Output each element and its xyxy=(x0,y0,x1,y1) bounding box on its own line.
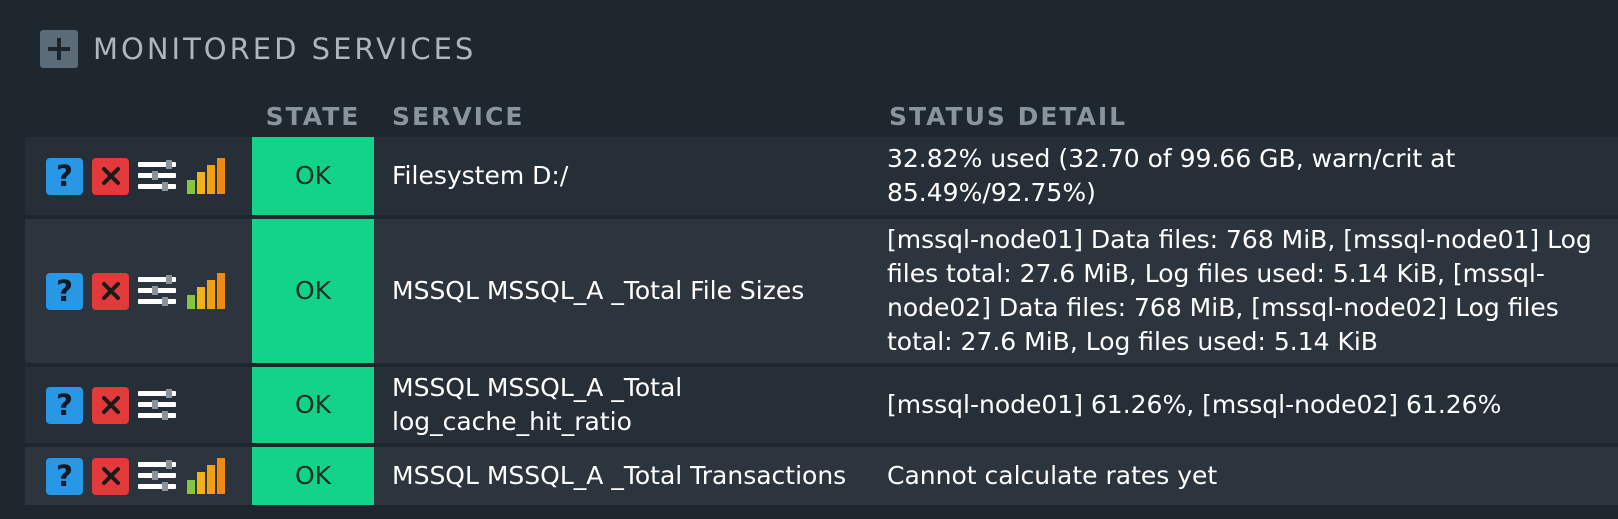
help-icon[interactable]: ? xyxy=(46,157,83,195)
state-cell: OK xyxy=(252,219,374,367)
state-badge[interactable]: OK xyxy=(252,137,374,215)
graph-icon[interactable] xyxy=(187,273,225,309)
column-header-service[interactable]: SERVICE xyxy=(374,96,871,137)
menu-icon[interactable] xyxy=(138,458,178,494)
menu-icon[interactable] xyxy=(138,387,178,423)
service-name[interactable]: Filesystem D:/ xyxy=(374,137,871,219)
column-header-icons xyxy=(25,96,252,137)
menu-icon[interactable] xyxy=(138,158,178,194)
state-cell: OK xyxy=(252,367,374,447)
state-cell: OK xyxy=(252,137,374,219)
state-badge[interactable]: OK xyxy=(252,219,374,363)
close-icon[interactable] xyxy=(92,272,129,310)
help-icon[interactable]: ? xyxy=(46,272,83,310)
monitored-services-page: MONITORED SERVICES STATE SERVICE STATUS … xyxy=(0,0,1618,519)
table-header-row: STATE SERVICE STATUS DETAIL xyxy=(25,96,1618,137)
status-detail: [mssql-node01] 61.26%, [mssql-node02] 61… xyxy=(871,367,1618,447)
state-badge[interactable]: OK xyxy=(252,367,374,443)
row-icons-cell: ? xyxy=(25,367,252,447)
graph-icon[interactable] xyxy=(187,158,225,194)
column-header-status-detail[interactable]: STATUS DETAIL xyxy=(871,96,1618,137)
row-icons-cell: ? xyxy=(25,447,252,509)
row-icons: ? xyxy=(46,272,252,310)
section-title: MONITORED SERVICES xyxy=(93,32,477,66)
table-row: ? OK Filesystem D:/32.82% used (32.70 of 9… xyxy=(25,137,1618,219)
close-icon[interactable] xyxy=(92,157,129,195)
close-icon[interactable] xyxy=(92,457,129,495)
table-row: ? OK MSSQL MSSQL_A _Total File Sizes [mssql… xyxy=(25,219,1618,367)
status-detail: 32.82% used (32.70 of 99.66 GB, warn/cri… xyxy=(871,137,1618,219)
services-table: STATE SERVICE STATUS DETAIL ? OK Filesyste… xyxy=(25,96,1618,509)
row-icons: ? xyxy=(46,457,252,495)
row-icons-cell: ? xyxy=(25,219,252,367)
help-icon[interactable]: ? xyxy=(46,386,83,424)
help-icon[interactable]: ? xyxy=(46,457,83,495)
service-name[interactable]: MSSQL MSSQL_A _Total log_cache_hit_ratio xyxy=(374,367,871,447)
plus-icon[interactable] xyxy=(40,30,78,68)
menu-icon[interactable] xyxy=(138,273,178,309)
column-header-state[interactable]: STATE xyxy=(252,96,374,137)
graph-icon[interactable] xyxy=(187,458,225,494)
table-row: ? OK MSSQL MSSQL_A _Total Transactions Cann… xyxy=(25,447,1618,509)
row-icons: ? xyxy=(46,157,252,195)
row-icons: ? xyxy=(46,386,252,424)
table-row: ? OK MSSQL MSSQL_A _Total log_cache_hit_ra… xyxy=(25,367,1618,447)
state-badge[interactable]: OK xyxy=(252,447,374,505)
state-cell: OK xyxy=(252,447,374,509)
service-name[interactable]: MSSQL MSSQL_A _Total Transactions xyxy=(374,447,871,509)
service-name[interactable]: MSSQL MSSQL_A _Total File Sizes xyxy=(374,219,871,367)
close-icon[interactable] xyxy=(92,386,129,424)
row-icons-cell: ? xyxy=(25,137,252,219)
section-header: MONITORED SERVICES xyxy=(40,29,476,69)
status-detail: [mssql-node01] Data files: 768 MiB, [mss… xyxy=(871,219,1618,367)
status-detail: Cannot calculate rates yet xyxy=(871,447,1618,509)
